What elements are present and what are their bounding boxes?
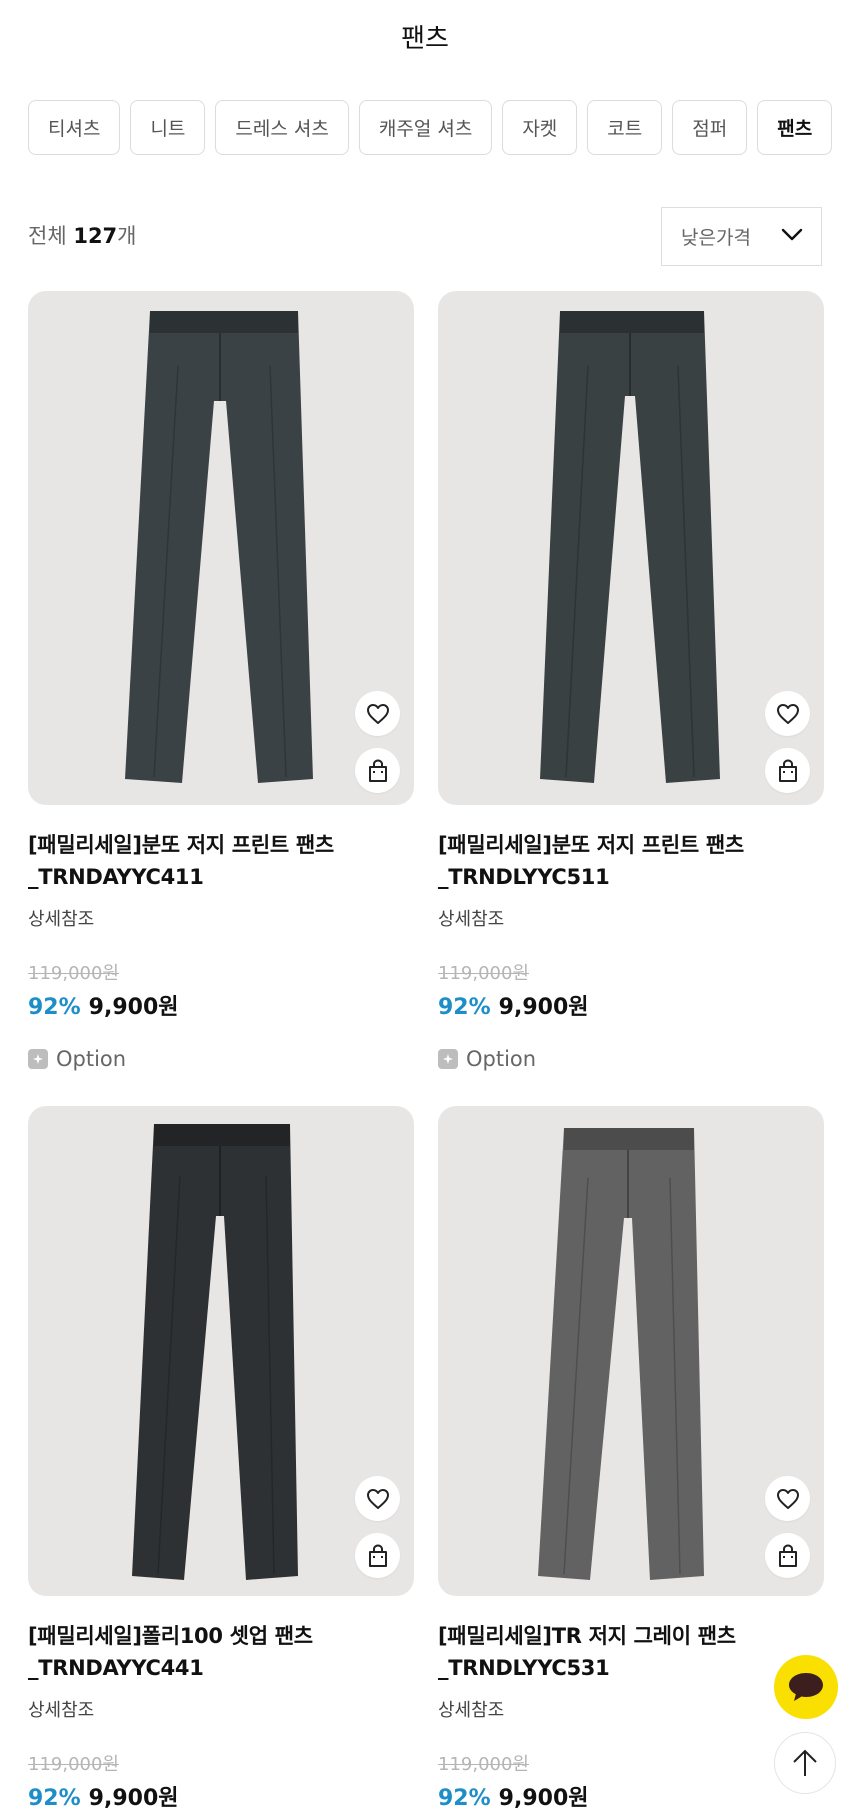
tab-tshirt[interactable]: 티셔츠 xyxy=(28,100,121,155)
product-image[interactable] xyxy=(28,291,414,805)
sort-selected-label: 낮은가격 xyxy=(681,227,751,249)
shopping-bag-icon xyxy=(368,1543,387,1567)
product-description: 상세참조 xyxy=(438,909,505,930)
arrow-up-icon xyxy=(793,1749,817,1776)
product-image[interactable] xyxy=(438,1106,824,1596)
product-name[interactable]: [패밀리세일]분또 저지 프린트 팬츠 _TRNDAYYC411 xyxy=(28,829,414,893)
wishlist-button[interactable] xyxy=(765,691,810,736)
heart-icon xyxy=(366,703,389,724)
product-name-line1: [패밀리세일]TR 저지 그레이 팬츠 xyxy=(438,1624,736,1648)
product-card[interactable]: [패밀리세일]분또 저지 프린트 팬츠 _TRNDAYYC411 상세참조 11… xyxy=(28,291,414,1071)
discount-rate: 92% xyxy=(28,995,81,1020)
product-name[interactable]: [패밀리세일]폴리100 셋업 팬츠 _TRNDAYYC441 xyxy=(28,1620,414,1684)
sale-price: 9,900원 xyxy=(498,995,589,1020)
shopping-bag-icon xyxy=(368,758,387,782)
tab-knit[interactable]: 니트 xyxy=(130,100,206,155)
pants-image xyxy=(125,311,313,783)
option-icon xyxy=(438,1049,458,1069)
pants-image xyxy=(538,1128,704,1580)
chat-button[interactable] xyxy=(774,1655,838,1719)
product-name-line1: [패밀리세일]폴리100 셋업 팬츠 xyxy=(28,1624,313,1648)
wishlist-button[interactable] xyxy=(355,1476,400,1521)
product-name-line2: _TRNDLYYC511 xyxy=(438,865,610,889)
discount-rate: 92% xyxy=(28,1786,81,1811)
add-to-cart-button[interactable] xyxy=(765,1533,810,1578)
product-description: 상세참조 xyxy=(28,1700,95,1721)
heart-icon xyxy=(776,703,799,724)
tab-dress-shirt[interactable]: 드레스 셔츠 xyxy=(215,100,349,155)
sale-price: 9,900원 xyxy=(88,995,179,1020)
option-label: Option xyxy=(466,1047,537,1071)
product-name[interactable]: [패밀리세일]분또 저지 프린트 팬츠 _TRNDLYYC511 xyxy=(438,829,824,893)
original-price: 119,000원 xyxy=(438,963,529,984)
option-icon xyxy=(28,1049,48,1069)
sale-price: 9,900원 xyxy=(498,1786,589,1811)
shopping-bag-icon xyxy=(778,758,797,782)
product-card[interactable]: [패밀리세일]분또 저지 프린트 팬츠 _TRNDLYYC511 상세참조 11… xyxy=(438,291,824,1071)
discount-rate: 92% xyxy=(438,995,491,1020)
sort-select[interactable]: 낮은가격 xyxy=(661,207,822,266)
add-to-cart-button[interactable] xyxy=(355,1533,400,1578)
count-value: 127 xyxy=(73,224,118,248)
category-tabs: 티셔츠 니트 드레스 셔츠 캐주얼 셔츠 자켓 코트 점퍼 팬츠 xyxy=(28,100,833,155)
tab-jumper[interactable]: 점퍼 xyxy=(672,100,748,155)
option-badge[interactable]: Option xyxy=(438,1047,824,1071)
price-row: 92% 9,900원 xyxy=(438,1780,824,1812)
scroll-top-button[interactable] xyxy=(774,1732,836,1794)
heart-icon xyxy=(776,1488,799,1509)
discount-rate: 92% xyxy=(438,1786,491,1811)
product-card[interactable]: [패밀리세일]TR 저지 그레이 팬츠 _TRNDLYYC531 상세참조 11… xyxy=(438,1106,824,1812)
option-badge[interactable]: Option xyxy=(28,1047,414,1071)
wishlist-button[interactable] xyxy=(765,1476,810,1521)
price-row: 92% 9,900원 xyxy=(28,1780,414,1812)
chat-bubble-icon xyxy=(789,1673,823,1701)
product-name-line1: [패밀리세일]분또 저지 프린트 팬츠 xyxy=(438,833,744,857)
shopping-bag-icon xyxy=(778,1543,797,1567)
original-price: 119,000원 xyxy=(28,1754,119,1775)
product-name[interactable]: [패밀리세일]TR 저지 그레이 팬츠 _TRNDLYYC531 xyxy=(438,1620,824,1684)
tab-coat[interactable]: 코트 xyxy=(587,100,663,155)
product-name-line1: [패밀리세일]분또 저지 프린트 팬츠 xyxy=(28,833,334,857)
tab-jacket[interactable]: 자켓 xyxy=(502,100,578,155)
product-description: 상세참조 xyxy=(28,909,95,930)
product-name-line2: _TRNDAYYC441 xyxy=(28,1656,204,1680)
product-description: 상세참조 xyxy=(438,1700,505,1721)
tab-pants[interactable]: 팬츠 xyxy=(757,100,833,155)
tab-casual-shirt[interactable]: 캐주얼 셔츠 xyxy=(358,100,493,155)
product-image[interactable] xyxy=(28,1106,414,1596)
price-row: 92% 9,900원 xyxy=(28,989,414,1021)
product-image[interactable] xyxy=(438,291,824,805)
pants-image xyxy=(132,1124,298,1580)
count-suffix: 개 xyxy=(117,224,137,248)
product-card[interactable]: [패밀리세일]폴리100 셋업 팬츠 _TRNDAYYC441 상세참조 119… xyxy=(28,1106,414,1812)
add-to-cart-button[interactable] xyxy=(355,748,400,793)
original-price: 119,000원 xyxy=(28,963,119,984)
count-prefix: 전체 xyxy=(28,224,74,248)
pants-image xyxy=(540,311,720,783)
sale-price: 9,900원 xyxy=(88,1786,179,1811)
heart-icon xyxy=(366,1488,389,1509)
wishlist-button[interactable] xyxy=(355,691,400,736)
chevron-down-icon xyxy=(781,228,803,241)
price-row: 92% 9,900원 xyxy=(438,989,824,1021)
option-label: Option xyxy=(56,1047,127,1071)
product-name-line2: _TRNDAYYC411 xyxy=(28,865,204,889)
page-title: 팬츠 xyxy=(401,24,449,54)
add-to-cart-button[interactable] xyxy=(765,748,810,793)
product-name-line2: _TRNDLYYC531 xyxy=(438,1656,610,1680)
product-count: 전체 127개 xyxy=(28,220,137,250)
original-price: 119,000원 xyxy=(438,1754,529,1775)
